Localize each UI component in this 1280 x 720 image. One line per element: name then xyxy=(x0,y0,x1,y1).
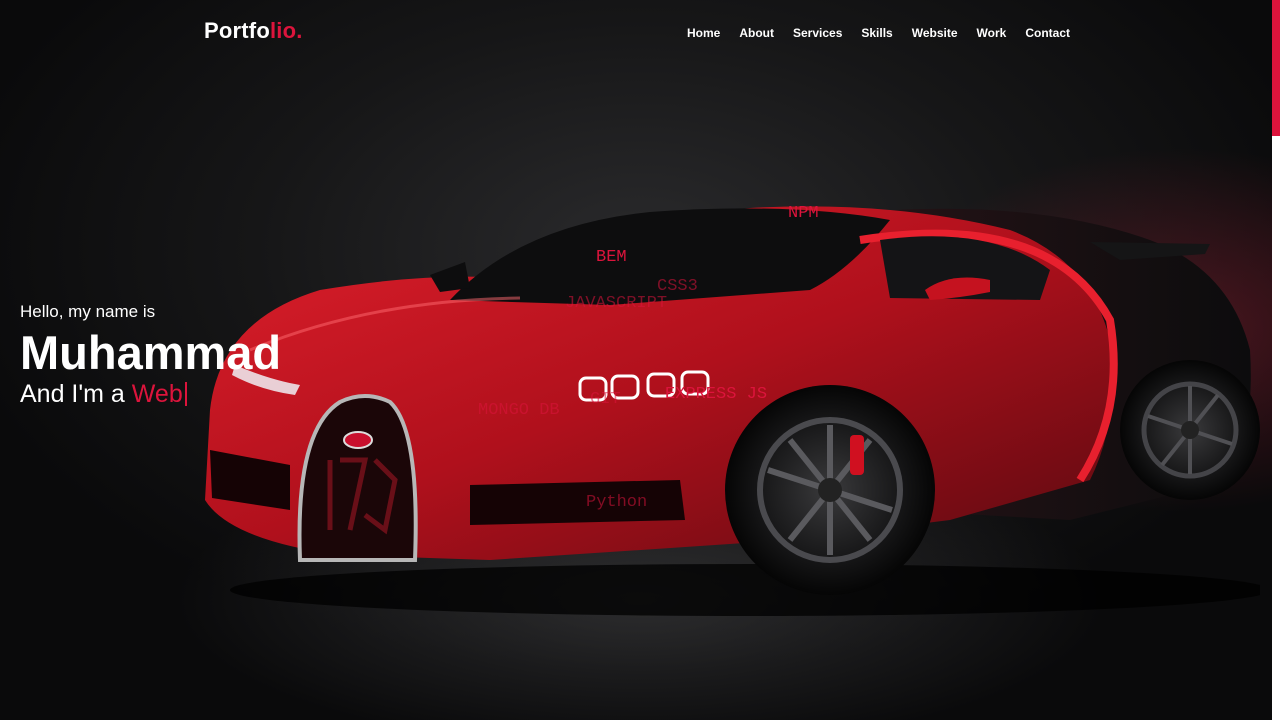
nav-item-contact[interactable]: Contact xyxy=(1025,26,1070,40)
skill-tag: EXPRESS JS xyxy=(665,385,768,404)
greeting-text: Hello, my name is xyxy=(20,302,156,321)
skill-tag: JAVASCRIPT xyxy=(565,294,668,313)
role-prefix: And I'm a xyxy=(20,380,125,408)
scrollbar-thumb[interactable] xyxy=(1272,0,1280,136)
logo-accent-text: lio. xyxy=(269,18,303,43)
hero-role: And I'm a Web xyxy=(20,380,281,409)
role-typed-text: Web xyxy=(131,380,183,408)
logo-text: Portfo xyxy=(204,18,270,43)
hero-intro: Hello, my name is Muhammad And I'm a Web xyxy=(20,302,281,409)
skill-tag: BEM xyxy=(596,248,627,267)
nav-item-about[interactable]: About xyxy=(739,26,774,40)
nav-item-home[interactable]: Home xyxy=(687,26,720,40)
page-scrollbar[interactable] xyxy=(1272,0,1280,720)
skill-tag: NPM xyxy=(788,204,819,223)
hero-page: Portfolio. Home About Services Skills We… xyxy=(0,0,1280,720)
nav-item-work[interactable]: Work xyxy=(977,26,1007,40)
nav-item-skills[interactable]: Skills xyxy=(861,26,892,40)
nav-item-website[interactable]: Website xyxy=(912,26,958,40)
typing-cursor xyxy=(184,382,187,406)
nav-menu: Home About Services Skills Website Work … xyxy=(687,26,1070,40)
skill-tag: GIT xyxy=(590,390,621,409)
skill-tag: MONGO DB xyxy=(478,401,560,420)
logo[interactable]: Portfolio. xyxy=(204,18,303,44)
nav-item-services[interactable]: Services xyxy=(793,26,842,40)
skill-tag: Python xyxy=(586,493,648,512)
navbar: Portfolio. Home About Services Skills We… xyxy=(0,0,1272,68)
hero-name: Muhammad xyxy=(20,326,282,379)
